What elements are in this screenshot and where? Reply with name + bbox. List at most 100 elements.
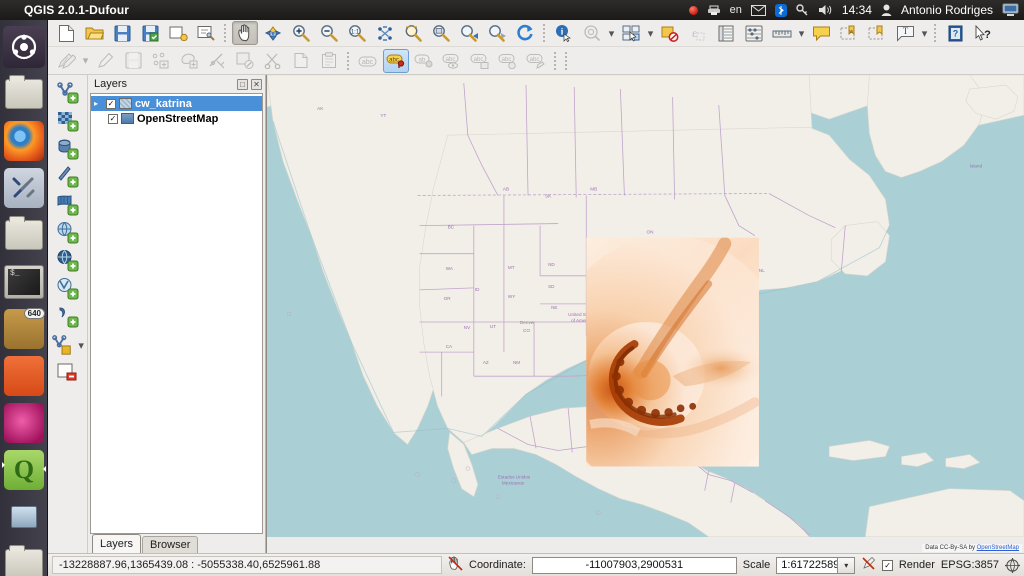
new-layer-dropdown[interactable]: ▾ [76, 339, 87, 352]
new-bookmark-button[interactable]: w [836, 21, 862, 45]
launcher-terminal[interactable]: $_ [2, 260, 46, 304]
save-layer-edits-button[interactable] [120, 49, 146, 73]
launcher-ubuntu-dash[interactable] [2, 25, 46, 69]
layer-tree[interactable]: ▸ ✓ cw_katrina ✓ OpenStreetMap [90, 93, 263, 534]
expand-arrow-icon[interactable]: ▸ [94, 99, 103, 108]
remove-layer-button[interactable] [54, 359, 82, 386]
user-avatar-icon[interactable] [881, 4, 892, 16]
highlight-labels-button[interactable]: ab [411, 49, 437, 73]
pan-to-selection-button[interactable] [260, 21, 286, 45]
save-project-as-button[interactable] [137, 21, 163, 45]
add-wcs-layer-button[interactable] [54, 247, 82, 274]
refresh-button[interactable] [512, 21, 538, 45]
delete-selected-button[interactable] [232, 49, 258, 73]
new-shapefile-layer-button[interactable] [49, 331, 76, 358]
current-edits-button[interactable] [53, 49, 79, 73]
launcher-gimp[interactable] [2, 401, 46, 445]
attribution-link[interactable]: OpenStreetMap [977, 545, 1019, 551]
zoom-to-selection-button[interactable] [400, 21, 426, 45]
volume-icon[interactable] [818, 4, 833, 16]
launcher-update-manager[interactable]: 640 [2, 307, 46, 351]
add-wfs-layer-button[interactable] [54, 275, 82, 302]
copy-features-button[interactable] [288, 49, 314, 73]
add-mssql-layer-button[interactable] [54, 191, 82, 218]
system-clock[interactable]: 14:34 [842, 3, 872, 17]
toggle-editing-button[interactable] [92, 49, 118, 73]
add-wms-layer-button[interactable] [54, 219, 82, 246]
panel-float-button[interactable]: □ [237, 78, 248, 90]
network-key-icon[interactable] [796, 4, 809, 16]
measure-button[interactable] [579, 21, 605, 45]
scale-combo-input[interactable]: 1:61722589 [776, 556, 839, 574]
zoom-native-resolution-button[interactable]: 1:1 [344, 21, 370, 45]
zoom-full-button[interactable] [372, 21, 398, 45]
measure-line-button[interactable] [769, 21, 795, 45]
change-label-button[interactable]: abc [523, 49, 549, 73]
launcher-firefox[interactable] [2, 119, 46, 163]
show-bookmarks-button[interactable] [864, 21, 890, 45]
launcher-qgis[interactable]: Q [2, 448, 46, 492]
pan-map-button[interactable] [232, 21, 258, 45]
help-contents-button[interactable]: ? [942, 21, 968, 45]
map-render[interactable]: AK YT BC AB SK MB ON NL WA OR ID MT ND S… [267, 75, 1024, 537]
user-name-label[interactable]: Antonio Rodriges [901, 3, 993, 17]
identify-features-button[interactable]: i [551, 21, 577, 45]
zoom-to-layer-button[interactable] [428, 21, 454, 45]
open-attribute-table-button[interactable] [713, 21, 739, 45]
recording-indicator-icon[interactable] [688, 5, 698, 15]
zoom-out-button[interactable] [316, 21, 342, 45]
scale-dropdown-arrow[interactable]: ▾ [838, 556, 856, 574]
layer-item-openstreetmap[interactable]: ✓ OpenStreetMap [91, 111, 262, 126]
mail-icon[interactable] [750, 4, 766, 16]
zoom-in-button[interactable] [288, 21, 314, 45]
show-hide-labels-button[interactable]: abc [439, 49, 465, 73]
rotate-label-button[interactable]: abc [495, 49, 521, 73]
keyboard-layout-label[interactable]: en [730, 4, 742, 16]
measure-dropdown[interactable]: ▾ [606, 27, 617, 40]
scale-lock-icon[interactable] [861, 556, 876, 574]
render-checkbox[interactable]: ✓ [882, 559, 893, 571]
zoom-next-button[interactable] [484, 21, 510, 45]
coordinate-input[interactable]: -11007903,2900531 [531, 556, 737, 574]
cut-features-button[interactable] [260, 49, 286, 73]
panel-close-button[interactable]: ✕ [251, 78, 262, 90]
map-canvas[interactable]: AK YT BC AB SK MB ON NL WA OR ID MT ND S… [266, 75, 1024, 553]
node-tool-button[interactable] [204, 49, 230, 73]
label-layer-settings-button[interactable]: abc [355, 49, 381, 73]
zoom-last-button[interactable] [456, 21, 482, 45]
launcher-folder[interactable] [2, 213, 46, 257]
bluetooth-icon[interactable] [774, 3, 787, 17]
layer-visibility-checkbox[interactable]: ✓ [108, 113, 118, 124]
select-features-button[interactable] [618, 21, 644, 45]
launcher-printer[interactable] [2, 495, 46, 539]
add-raster-layer-button[interactable] [54, 107, 82, 134]
pin-labels-button[interactable]: abc [383, 48, 409, 73]
launcher-documents[interactable] [2, 542, 46, 576]
new-print-composer-button[interactable] [165, 21, 191, 45]
display-icon[interactable] [1002, 3, 1019, 17]
text-annotation-button[interactable]: T [892, 21, 918, 45]
add-vector-layer-button[interactable] [54, 79, 82, 106]
launcher-software-center[interactable] [2, 354, 46, 398]
paste-features-button[interactable] [316, 49, 342, 73]
layer-visibility-checkbox[interactable]: ✓ [106, 98, 116, 109]
move-label-button[interactable]: abc [467, 49, 493, 73]
deselect-features-button[interactable] [657, 21, 683, 45]
map-tips-button[interactable] [808, 21, 834, 45]
add-postgis-layer-button[interactable] [54, 135, 82, 162]
composer-manager-button[interactable] [193, 21, 219, 45]
measure-line-dropdown[interactable]: ▾ [796, 27, 807, 40]
add-delimited-text-layer-button[interactable] [54, 303, 82, 330]
field-calculator-button[interactable] [741, 21, 767, 45]
current-edits-dropdown[interactable]: ▾ [80, 54, 91, 67]
launcher-system-tools[interactable] [2, 166, 46, 210]
printer-icon[interactable] [707, 5, 721, 16]
annotation-dropdown[interactable]: ▾ [919, 27, 930, 40]
panel-tab-layers[interactable]: Layers [92, 534, 142, 553]
new-project-button[interactable] [53, 21, 79, 45]
open-project-button[interactable] [81, 21, 107, 45]
save-project-button[interactable] [109, 21, 135, 45]
add-part-button[interactable] [176, 49, 202, 73]
select-by-expression-button[interactable]: ε [685, 21, 711, 45]
stop-rendering-icon[interactable] [448, 556, 463, 574]
